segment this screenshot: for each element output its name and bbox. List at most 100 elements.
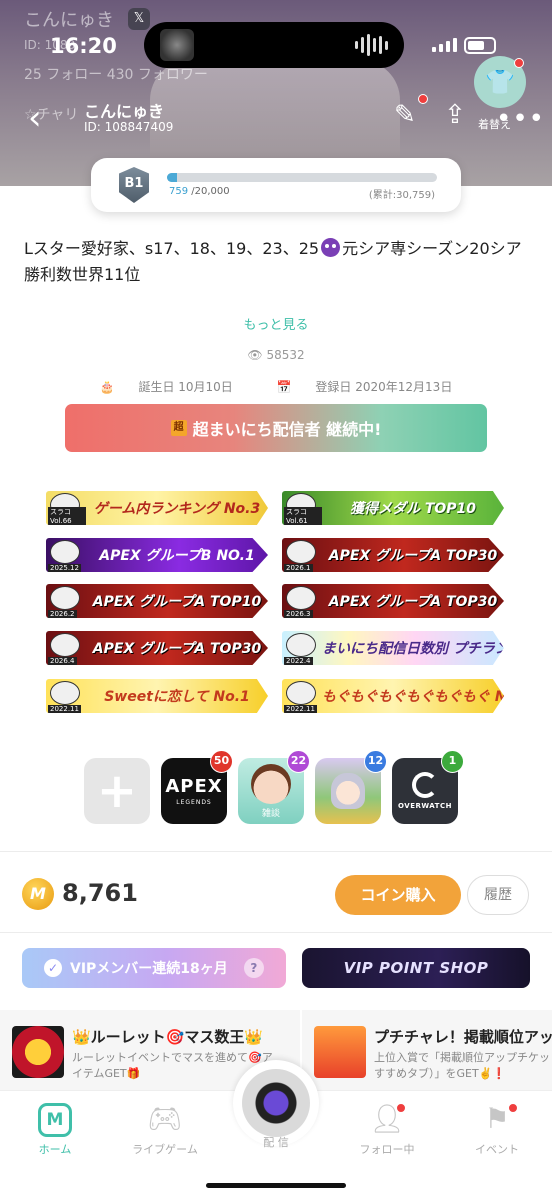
anime-character	[331, 773, 365, 809]
home-indicator[interactable]	[206, 1183, 346, 1188]
status-time: 16:20	[50, 34, 117, 58]
nav-event[interactable]: ⚑ イベント	[442, 1101, 552, 1157]
show-more-link[interactable]: もっと見る	[0, 314, 552, 333]
birthday-text: 誕生日 10月10日	[138, 380, 233, 394]
game-overwatch[interactable]: OVERWATCH 1	[392, 750, 464, 824]
daily-streamer-text: 超まいにち配信者 継続中!	[192, 420, 382, 439]
promo-desc-line1: ルーレットイベントでマスを進めて🎯ア	[72, 1051, 273, 1064]
dress-up-notification-dot	[514, 58, 524, 68]
section-divider	[0, 851, 552, 852]
petit-challenge-image	[314, 1026, 366, 1078]
game-anime[interactable]: 12	[315, 750, 387, 824]
nav-home-label: ホーム	[38, 1143, 72, 1156]
bio-text-start: Lスター愛好家、s17、18、19、23、25	[24, 239, 320, 258]
badge-date: 2025.12	[48, 564, 81, 572]
badge-date: 2026.4	[48, 657, 77, 665]
game-chat[interactable]: 雑談 22	[238, 750, 310, 824]
achievement-badge[interactable]: 2022.11 もぐもぐもぐもぐもぐもぐ No.1	[282, 679, 504, 713]
game-level-badge: 50	[210, 750, 233, 773]
badge-text: APEX グループA TOP10	[92, 594, 262, 610]
x-logo-icon[interactable]: 𝕏	[128, 8, 150, 30]
badge-text: APEX グループB NO.1	[99, 548, 255, 564]
nav-following-label: フォロー中	[359, 1143, 415, 1156]
now-playing-artwork	[160, 29, 194, 61]
badge-text: 獲得メダル TOP10	[349, 501, 477, 517]
apex-title: APEX	[165, 776, 223, 797]
game-apex[interactable]: APEX LEGENDS 50	[161, 750, 233, 824]
promo-title: 👑ルーレット🎯マス数王👑	[72, 1028, 264, 1046]
badge-text: ゲーム内ランキング No.3	[93, 501, 261, 517]
daily-streamer-banner[interactable]: 超 超まいにち配信者 継続中!	[65, 404, 487, 452]
badge-emblem-icon: 2026.4	[46, 631, 86, 665]
promo-desc-line2: イテムGET🎁	[72, 1067, 141, 1080]
devil-emoji-icon	[321, 238, 341, 257]
badge-mascot-icon	[50, 681, 80, 705]
achievement-badge[interactable]: スラコ Vol.61 獲得メダル TOP10	[282, 491, 504, 525]
achievement-badge[interactable]: 2026.4 APEX グループA TOP30	[46, 631, 268, 665]
rank-progress-bar	[167, 173, 437, 182]
person-icon: 👤︎	[369, 1102, 406, 1135]
share-icon[interactable]: ⇪	[444, 100, 466, 130]
ghost-name: こんにゅき	[24, 10, 114, 31]
rank-tier-icon: B1	[119, 167, 149, 203]
achievement-badge[interactable]: 2026.1 APEX グループA TOP30	[282, 538, 504, 572]
nav-home[interactable]: ホーム	[0, 1101, 110, 1157]
flag-icon: ⚑	[442, 1101, 552, 1137]
badge-text: Sweetに恋して No.1	[104, 689, 250, 705]
badge-text: まいにち配信日数別 プチラン No.1	[322, 641, 504, 657]
apex-subtitle: LEGENDS	[176, 799, 212, 806]
vip-streak-banner[interactable]: ✓ VIPメンバー連続18ヶ月 ?	[22, 948, 286, 988]
badge-date: 2026.1	[284, 564, 313, 572]
camera-eye-icon	[242, 1069, 310, 1137]
following-notification-dot	[396, 1103, 406, 1113]
battery-icon	[464, 37, 496, 54]
promo-title: プチチャレ！掲載順位アップ	[374, 1028, 552, 1046]
achievement-badge[interactable]: 2022.4 まいにち配信日数別 プチラン No.1	[282, 631, 504, 665]
coin-history-button[interactable]: 履歴	[467, 875, 529, 915]
edit-icon[interactable]: ✎	[394, 100, 416, 130]
dynamic-island	[144, 22, 404, 68]
promo-petit-challenge[interactable]: プチチャレ！掲載順位アップ 上位入賞で「掲載順位アップチケッ すすめタブ）」をGE…	[302, 1010, 552, 1090]
profile-name: こんにゅき	[84, 102, 165, 121]
achievement-badge[interactable]: スラコ Vol.66 ゲーム内ランキング No.3	[46, 491, 268, 525]
badge-emblem-icon: 2026.3	[282, 584, 322, 618]
roulette-image	[12, 1026, 64, 1078]
nav-following[interactable]: 👤︎ フォロー中	[332, 1101, 442, 1157]
game-level-badge: 12	[364, 750, 387, 773]
vip-point-shop-button[interactable]: VIP POINT SHOP	[302, 948, 530, 988]
badge-text: もぐもぐもぐもぐもぐもぐ No.1	[322, 689, 504, 705]
achievement-badge[interactable]: 2022.11 Sweetに恋して No.1	[46, 679, 268, 713]
section-divider	[0, 932, 552, 933]
edit-notification-dot	[418, 94, 428, 104]
badge-emblem-icon: 2026.1	[282, 538, 322, 572]
help-icon[interactable]: ?	[243, 958, 264, 978]
achievement-badge[interactable]: 2025.12 APEX グループB NO.1	[46, 538, 268, 572]
badge-date: スラコ Vol.61	[284, 507, 322, 525]
nav-live-game-label: ライブゲーム	[132, 1143, 198, 1156]
overwatch-title: OVERWATCH	[398, 802, 452, 810]
back-icon[interactable]: ‹	[28, 98, 42, 138]
buy-coins-button[interactable]: コイン購入	[335, 875, 461, 915]
badge-mascot-icon	[286, 586, 316, 610]
coin-icon: M	[22, 878, 54, 910]
profile-bio: Lスター愛好家、s17、18、19、23、25 元シア専シーズン20シア勝利数世界…	[24, 236, 534, 288]
game-level-badge: 1	[441, 750, 464, 773]
registered-text: 登録日 2020年12月13日	[315, 380, 453, 394]
achievement-badge[interactable]: 2026.3 APEX グループA TOP30	[282, 584, 504, 618]
super-badge-icon: 超	[170, 420, 187, 436]
badge-date: 2026.3	[284, 610, 313, 618]
rank-card[interactable]: B1 759 /20,000 (累計:30,759)	[91, 158, 461, 212]
rank-total: (累計:30,759)	[368, 190, 435, 201]
achievement-badge[interactable]: 2026.2 APEX グループA TOP10	[46, 584, 268, 618]
badge-emblem-icon: スラコ Vol.66	[46, 491, 86, 525]
more-options-icon[interactable]: •••	[496, 104, 545, 134]
home-icon	[38, 1103, 72, 1137]
vip-check-icon: ✓	[44, 959, 62, 977]
badge-text: APEX グループA TOP30	[92, 641, 262, 657]
rank-points: 759 /20,000	[169, 186, 230, 197]
add-game-button[interactable]: +	[84, 758, 150, 824]
nav-live-game[interactable]: 🎮︎ ライブゲーム	[110, 1101, 220, 1157]
badge-date: 2022.11	[284, 705, 317, 713]
calendar-icon: 📅	[276, 380, 292, 394]
promo-desc-line1: 上位入賞で「掲載順位アップチケッ	[374, 1051, 550, 1064]
